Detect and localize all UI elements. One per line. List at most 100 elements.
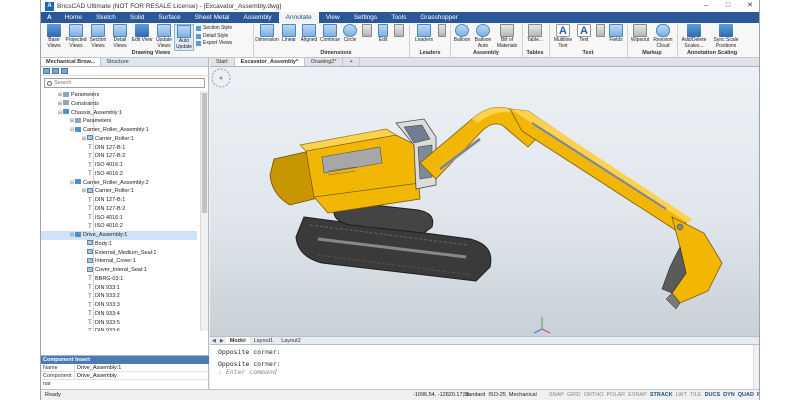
tree-node[interactable]: T ISO 4016:1 — [41, 214, 197, 223]
dim-style-status[interactable]: ISO-25 — [488, 392, 505, 398]
view-compass-icon[interactable] — [210, 67, 232, 89]
add-delete-scales-button[interactable]: Add/Delete Scales... — [680, 24, 708, 49]
status-toggle-polar[interactable]: POLAR — [607, 390, 626, 400]
status-toggle-lwt[interactable]: LWT — [676, 390, 687, 400]
tree-node[interactable]: ⊞ Carrier_Roller:1 — [41, 135, 197, 144]
linear-button[interactable]: Linear — [279, 24, 299, 44]
filter-icon[interactable] — [61, 68, 68, 74]
tree-node[interactable]: T BBRG-03:1 — [41, 275, 197, 284]
text-style-status[interactable]: Standard — [463, 392, 485, 398]
text-button[interactable]: A Text — [575, 24, 593, 44]
app-logo-icon[interactable]: A — [45, 1, 54, 11]
section-style-button[interactable]: Section Style — [196, 25, 232, 33]
model-viewport[interactable] — [210, 67, 759, 336]
tree-node[interactable]: T DIN 933:2 — [41, 292, 197, 301]
tree-node[interactable]: T DIN 127-B:2 — [41, 205, 197, 214]
tree-node[interactable]: TDIN 933:6 — [41, 327, 197, 331]
circle-button[interactable]: Circle — [341, 24, 359, 44]
status-toggle-strack[interactable]: STRACK — [650, 390, 673, 400]
tab-solid[interactable]: Solid — [123, 12, 151, 23]
tree-node[interactable]: ⊞ Parameters — [41, 91, 197, 100]
tab-settings[interactable]: Settings — [347, 12, 385, 23]
balloon-button[interactable]: Balloon — [452, 24, 472, 44]
edit-view-button[interactable]: Edit View — [131, 24, 153, 44]
tree-node[interactable]: ⊟ Carrier_Roller_Assembly:2 — [41, 179, 197, 188]
bill-of-materials-button[interactable]: Bill of Materials — [494, 24, 520, 49]
inspector-value[interactable]: Drive_Assembly:1 — [75, 364, 121, 371]
status-toggle-grid[interactable]: GRID — [567, 390, 581, 400]
edit-dimension-button[interactable]: Edit — [375, 24, 391, 44]
status-toggle-ducs[interactable]: DUCS — [705, 390, 721, 400]
update-views-button[interactable]: Update Views — [153, 24, 175, 49]
detail-style-button[interactable]: Detail Style — [196, 33, 232, 41]
doc-tab-drawing2[interactable]: Drawing2* — [305, 58, 344, 66]
status-toggle-snap[interactable]: SNAP — [549, 390, 564, 400]
tab-grasshopper[interactable]: Grasshopper — [413, 12, 465, 23]
multiline-text-button[interactable]: A Multiline Text — [551, 24, 575, 49]
tab-mechanical-browser[interactable]: Mechanical Brow... — [41, 58, 101, 66]
projected-views-button[interactable]: Projected Views — [65, 24, 87, 49]
minimize-icon[interactable]: – — [695, 0, 717, 12]
sync-scale-positions-button[interactable]: Sync Scale Positions — [710, 24, 742, 49]
layout-nav-last-icon[interactable]: ▶ — [218, 338, 226, 344]
auto-update-button[interactable]: Auto Update — [174, 24, 194, 51]
status-toggle-tile[interactable]: TILE — [690, 390, 702, 400]
continue-button[interactable]: Continue — [319, 24, 341, 44]
tree-node[interactable]: ⊞ Constraints — [41, 100, 197, 109]
tree-node[interactable]: Cover_Interal_Seal:1 — [41, 266, 197, 275]
status-toggle-dyn[interactable]: DYN — [723, 390, 735, 400]
detail-views-button[interactable]: Detail Views — [109, 24, 131, 49]
revision-cloud-button[interactable]: Revision Cloud — [651, 24, 675, 49]
dimension-more-button[interactable] — [391, 24, 407, 38]
tree-node[interactable]: T DIN 127-B:2 — [41, 152, 197, 161]
maximize-icon[interactable]: □ — [717, 0, 739, 12]
new-document-tab-button[interactable]: + — [343, 58, 360, 66]
tab-annotate[interactable]: Annotate — [278, 12, 319, 23]
workspace-status[interactable]: Mechanical — [509, 392, 537, 398]
tab-sheet-metal[interactable]: Sheet Metal — [188, 12, 237, 23]
status-toggle-esnap[interactable]: ESNAP — [628, 390, 647, 400]
status-toggle-quad[interactable]: QUAD — [738, 390, 754, 400]
base-views-button[interactable]: Base Views — [43, 24, 65, 49]
expand-all-icon[interactable] — [43, 68, 50, 74]
tree-node[interactable]: ⊟ Chassis_Assembly:1 — [41, 109, 197, 118]
tree-node[interactable]: T DIN 127-B:1 — [41, 144, 197, 153]
export-views-button[interactable]: Export Views — [196, 40, 232, 48]
doc-tab-excavator-assembly[interactable]: Excavator_Assembly* — [234, 58, 306, 66]
status-toggle-ortho[interactable]: ORTHO — [584, 390, 604, 400]
table-button[interactable]: Table... — [524, 24, 546, 44]
balloon-auto-button[interactable]: Balloon Auto — [472, 24, 494, 49]
tree-node[interactable]: T DIN 933:5 — [41, 319, 197, 328]
leader-tool-button[interactable] — [436, 24, 448, 38]
tree-node[interactable]: Internal_Cover:1 — [41, 257, 197, 266]
tree-node[interactable]: T ISO 4016:2 — [41, 170, 197, 179]
doc-tab-start[interactable]: Start — [210, 58, 235, 66]
fields-button[interactable]: Fields — [607, 24, 625, 44]
inspector-value[interactable]: Drive_Assembly — [75, 372, 117, 379]
leaders-button[interactable]: Leaders — [412, 24, 436, 44]
command-scrollbar[interactable] — [753, 345, 759, 390]
tab-sketch[interactable]: Sketch — [89, 12, 123, 23]
command-input[interactable]: : Enter command — [218, 368, 759, 377]
tab-surface[interactable]: Surface — [151, 12, 187, 23]
layout-nav-first-icon[interactable]: ◀ — [210, 338, 218, 344]
tree-node[interactable]: T DIN 933:3 — [41, 301, 197, 310]
tree-node[interactable]: T ISO 4016:2 — [41, 222, 197, 231]
command-line[interactable]: Opposite corner: Opposite corner: : Ente… — [210, 344, 759, 390]
status-toggle-rt[interactable]: RT — [757, 390, 759, 400]
close-icon[interactable]: ✕ — [739, 0, 759, 12]
tree-node[interactable]: Body:1 — [41, 240, 197, 249]
tab-view[interactable]: View — [319, 12, 347, 23]
text-style-button[interactable] — [593, 24, 607, 38]
application-menu-button[interactable]: A — [41, 12, 58, 23]
tree-node[interactable]: T DIN 933:1 — [41, 284, 197, 293]
dimension-tool-button[interactable] — [359, 24, 375, 38]
dimension-button[interactable]: Dimension — [255, 24, 279, 44]
tree-node[interactable]: ⊟ Carrier_Roller_Assembly:1 — [41, 126, 197, 135]
tree-node[interactable]: External_Medium_Seal:1 — [41, 249, 197, 258]
tree-scrollbar[interactable] — [200, 91, 208, 331]
wipeout-button[interactable]: Wipeout — [629, 24, 651, 44]
tab-structure[interactable]: Structure — [100, 58, 133, 66]
aligned-button[interactable]: Aligned — [299, 24, 319, 44]
tree-node[interactable]: ⊞ Parameters — [41, 117, 197, 126]
